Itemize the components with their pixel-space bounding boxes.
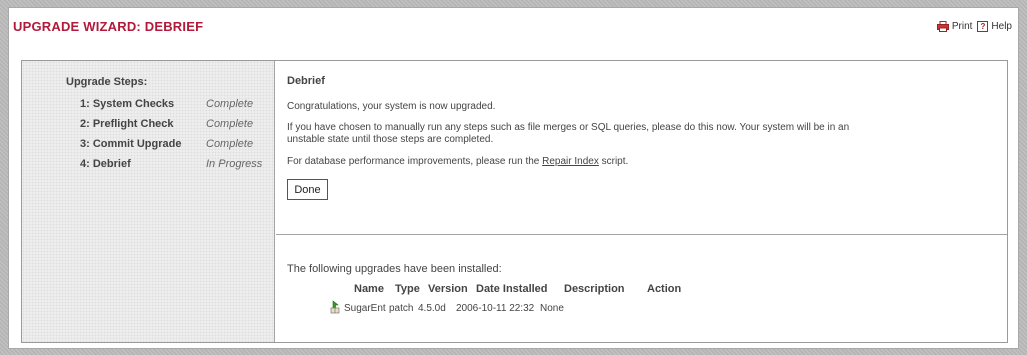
installed-upgrades-panel: The following upgrades have been install… xyxy=(276,236,1007,342)
instructions-line-2: unstable state until those steps are com… xyxy=(287,134,494,145)
step-status: In Progress xyxy=(206,158,263,170)
row-date-installed: 2006-10-11 22:32 xyxy=(456,303,535,314)
upgrade-steps-heading: Upgrade Steps: xyxy=(66,76,148,88)
row-version: 4.5.0d xyxy=(418,303,446,314)
print-label: Print xyxy=(951,21,973,32)
installed-upgrades-intro: The following upgrades have been install… xyxy=(287,263,502,275)
row-description: None xyxy=(540,303,564,314)
instructions-line-1: If you have chosen to manually run any s… xyxy=(287,122,850,133)
step-label: 1: System Checks xyxy=(80,98,175,110)
header-tools: Print ? Help xyxy=(936,21,1012,32)
help-label: Help xyxy=(991,21,1012,32)
debrief-title: Debrief xyxy=(287,75,325,87)
step-status: Complete xyxy=(206,118,254,130)
upgrade-steps-panel: Upgrade Steps: 1: System Checks Complete… xyxy=(22,61,275,342)
step-status: Complete xyxy=(206,138,254,150)
performance-note-prefix: For database performance improvements, p… xyxy=(287,156,543,167)
upgrade-wizard-window: UPGRADE WIZARD: DEBRIEF Print ? Help Upg… xyxy=(8,7,1019,349)
step-commit-upgrade: 3: Commit Upgrade Complete xyxy=(80,138,270,150)
step-preflight-check: 2: Preflight Check Complete xyxy=(80,118,270,130)
upgrade-package-icon xyxy=(330,300,340,314)
step-label: 4: Debrief xyxy=(80,158,131,170)
step-debrief: 4: Debrief In Progress xyxy=(80,158,270,170)
column-header-name: Name xyxy=(354,283,384,295)
print-link[interactable]: Print xyxy=(936,21,973,32)
column-header-type: Type xyxy=(395,283,420,295)
congratulations-message: Congratulations, your system is now upgr… xyxy=(287,101,496,112)
step-status: Complete xyxy=(206,98,254,110)
title-bar: UPGRADE WIZARD: DEBRIEF Print ? Help xyxy=(9,8,1018,54)
help-icon: ? xyxy=(977,21,989,32)
done-button[interactable]: Done xyxy=(287,179,328,200)
column-header-description: Description xyxy=(564,283,625,295)
performance-note-suffix: script. xyxy=(598,156,629,167)
manual-steps-instructions: If you have chosen to manually run any s… xyxy=(287,122,849,146)
column-header-version: Version xyxy=(428,283,468,295)
column-header-date-installed: Date Installed xyxy=(476,283,548,295)
step-system-checks: 1: System Checks Complete xyxy=(80,98,270,110)
printer-icon xyxy=(936,21,949,32)
performance-note: For database performance improvements, p… xyxy=(287,156,628,168)
step-label: 3: Commit Upgrade xyxy=(80,138,182,150)
debrief-panel: Debrief Congratulations, your system is … xyxy=(276,61,1007,235)
page-title: UPGRADE WIZARD: DEBRIEF xyxy=(13,19,204,34)
row-type: patch xyxy=(389,303,414,314)
wizard-content: Upgrade Steps: 1: System Checks Complete… xyxy=(21,60,1008,343)
repair-index-link[interactable]: Repair Index xyxy=(542,156,599,167)
row-name: SugarEnt xyxy=(344,303,386,314)
column-header-action: Action xyxy=(647,283,682,295)
step-label: 2: Preflight Check xyxy=(80,118,174,130)
help-link[interactable]: ? Help xyxy=(977,21,1012,32)
